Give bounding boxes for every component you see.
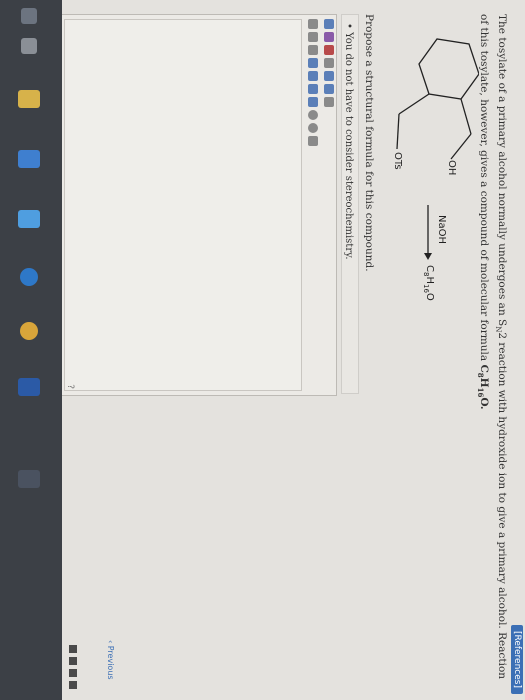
word-icon[interactable] [18, 378, 40, 396]
battery-icon [69, 669, 77, 677]
task-view-icon[interactable] [21, 38, 37, 54]
charge-plus-icon[interactable] [308, 32, 318, 42]
more-tools-icon[interactable] [308, 136, 318, 146]
reagent-label: NaOH [436, 215, 447, 244]
oh-label: OH [446, 160, 457, 176]
ots-label: OTs [392, 152, 403, 170]
rotated-content: [References] The tosylate of a primary a… [62, 0, 525, 700]
photo-frame: [References] The tosylate of a primary a… [0, 0, 525, 700]
wedge-bond-icon[interactable] [308, 97, 318, 107]
back-icon[interactable] [21, 8, 37, 24]
cyclohexane-drawing [396, 38, 480, 160]
browser-page: [References] The tosylate of a primary a… [62, 0, 525, 700]
notification-icon [69, 681, 77, 689]
atom-c-icon[interactable] [308, 19, 318, 29]
help-button[interactable]: ? [65, 384, 75, 389]
editor-toolbar-top [322, 15, 336, 399]
reactant-structure: OH OTs [359, 24, 480, 194]
volume-icon [69, 657, 77, 665]
drawing-canvas[interactable] [64, 19, 302, 391]
windows-taskbar [0, 0, 62, 700]
template-tool-icon[interactable] [324, 97, 334, 107]
search-icon[interactable] [18, 470, 40, 488]
references-button[interactable]: [References] [511, 624, 523, 694]
structure-editor[interactable]: ? [62, 14, 337, 396]
chrome-icon[interactable] [20, 322, 38, 340]
reaction-arrow-icon [424, 205, 432, 260]
note-text: You do not have to consider stereochemis… [343, 32, 354, 260]
eraser-tool-icon[interactable] [324, 45, 334, 55]
zoom-tool-icon[interactable] [324, 58, 334, 68]
store-icon[interactable] [18, 150, 40, 168]
edge-icon[interactable] [20, 268, 38, 286]
prompt-text: Propose a structural formula for this co… [363, 14, 375, 272]
bullet-icon: • [343, 23, 354, 33]
mail-icon[interactable] [18, 210, 40, 228]
previous-button[interactable]: ‹ Previous [106, 640, 115, 680]
system-tray-icons [69, 645, 77, 689]
benzene-tool-icon[interactable] [308, 123, 318, 133]
single-bond-icon[interactable] [308, 58, 318, 68]
ring-tool-icon[interactable] [308, 110, 318, 120]
triple-bond-icon[interactable] [308, 84, 318, 94]
file-explorer-icon[interactable] [18, 90, 40, 108]
editor-toolbar-bottom [306, 15, 320, 399]
redo-icon[interactable] [324, 84, 334, 94]
charge-minus-icon[interactable] [308, 45, 318, 55]
network-icon [69, 645, 77, 653]
product-formula: C8H16O [422, 265, 435, 301]
select-tool-icon[interactable] [324, 19, 334, 29]
undo-icon[interactable] [324, 71, 334, 81]
double-bond-icon[interactable] [308, 71, 318, 81]
note-box: • You do not have to consider stereochem… [341, 14, 359, 394]
lasso-tool-icon[interactable] [324, 32, 334, 42]
